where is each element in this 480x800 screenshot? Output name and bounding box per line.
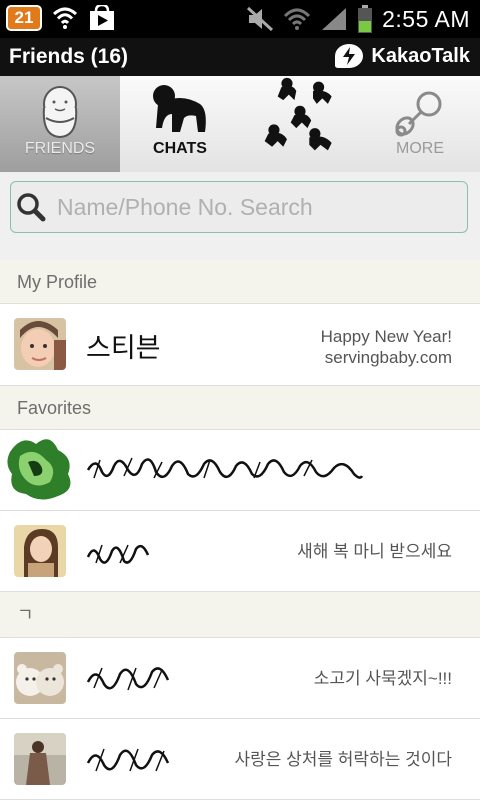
baby-wrapped-icon xyxy=(42,86,78,138)
section-header-favorites: Favorites xyxy=(0,386,480,430)
friend-row[interactable]: 사랑은 상처를 허락하는 것이다 xyxy=(0,719,480,800)
clock: 2:55 AM xyxy=(382,5,470,32)
tab-chats-label: CHATS xyxy=(153,140,207,157)
status-bar: 21 2:55 AM xyxy=(0,0,480,38)
section-header-index: ㄱ xyxy=(0,592,480,638)
friend-row[interactable]: 소고기 사묵겠지~!!! xyxy=(0,638,480,719)
friend-name-obscured xyxy=(86,544,150,564)
babies-group-icon xyxy=(264,77,332,151)
profile-row[interactable]: 스티븐 Happy New Year! servingbaby.com xyxy=(0,304,480,386)
notification-count-badge[interactable]: 21 xyxy=(6,5,42,31)
search-box[interactable] xyxy=(10,181,468,233)
profile-avatar xyxy=(14,318,66,370)
cell-signal-icon xyxy=(322,8,347,30)
friend-avatar xyxy=(14,525,66,577)
search-area xyxy=(0,172,480,261)
crawling-baby-icon xyxy=(153,85,206,132)
play-store-icon xyxy=(90,5,114,30)
section-header-my-profile: My Profile xyxy=(0,260,480,304)
title-bar: Friends (16) KakaoTalk xyxy=(0,38,480,76)
tab-friends[interactable]: FRIENDS xyxy=(0,76,120,172)
profile-status-line-1: Happy New Year! xyxy=(320,327,452,346)
friend-name-obscured xyxy=(86,748,170,772)
tab-bar: FRIENDS CHATS MORE xyxy=(0,76,480,173)
tab-babies[interactable] xyxy=(240,76,360,172)
friend-status-message: 새해 복 마니 받으세요 xyxy=(297,542,452,561)
profile-name: 스티븐 xyxy=(86,333,161,364)
friend-avatar xyxy=(14,733,66,785)
friend-row[interactable]: 새해 복 마니 받으세요 xyxy=(0,511,480,592)
friend-name-obscured xyxy=(86,457,364,479)
tab-more-label: MORE xyxy=(396,140,444,157)
app-name: KakaoTalk xyxy=(371,44,470,67)
friend-row[interactable] xyxy=(0,430,480,511)
friend-status-message: 사랑은 상처를 허락하는 것이다 xyxy=(234,750,453,769)
kakaotalk-logo-icon xyxy=(335,44,364,68)
wifi-icon xyxy=(52,7,78,29)
search-icon xyxy=(17,193,46,222)
friend-avatar xyxy=(6,432,78,502)
profile-status-line-2: servingbaby.com xyxy=(324,348,452,367)
friend-name-obscured xyxy=(86,667,170,691)
page-title: Friends (16) xyxy=(9,45,129,68)
pacifier-icon xyxy=(395,91,442,137)
brand: KakaoTalk xyxy=(335,44,470,68)
mute-icon xyxy=(247,6,274,32)
tab-chats[interactable]: CHATS xyxy=(120,76,240,172)
battery-icon xyxy=(358,5,373,33)
wifi-signal-icon xyxy=(284,8,311,30)
friend-status-message: 소고기 사묵겠지~!!! xyxy=(313,669,452,688)
friend-avatar xyxy=(14,652,66,704)
search-input[interactable] xyxy=(55,192,459,222)
profile-status-message: Happy New Year! servingbaby.com xyxy=(321,326,452,368)
tab-friends-label: FRIENDS xyxy=(24,140,96,157)
tab-more[interactable]: MORE xyxy=(360,76,480,172)
